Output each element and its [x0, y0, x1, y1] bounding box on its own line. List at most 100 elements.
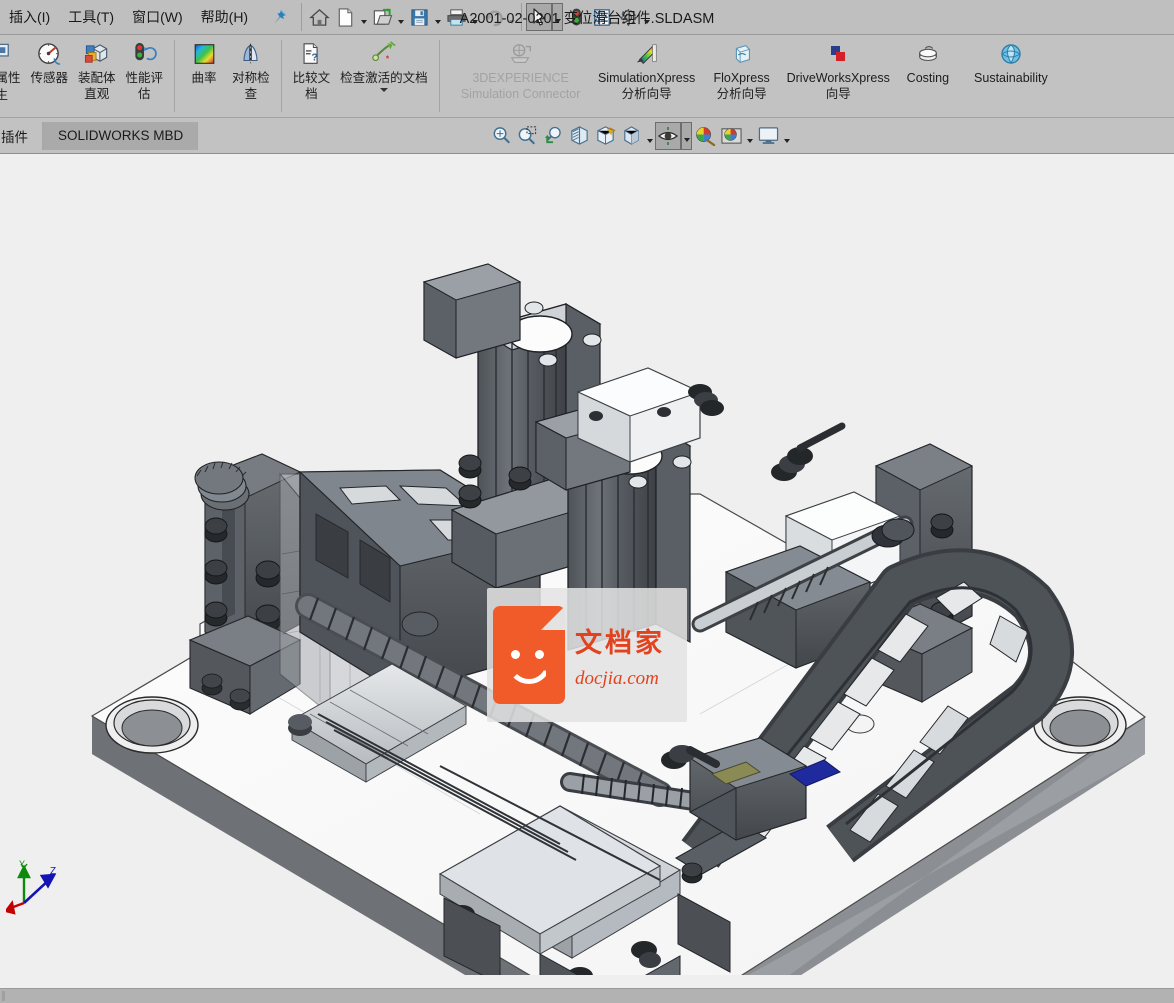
watermark-chinese-text: 文档家: [575, 627, 665, 659]
ribbon-floxpress-label: FloXpress 分析向导: [713, 71, 770, 101]
view-orientation-icon[interactable]: [592, 122, 618, 150]
ribbon-surface-properties[interactable]: 面属性 生: [0, 35, 26, 103]
ribbon-group-evaluate-3: ? 比较文 档 * 检查激活的文档: [288, 35, 433, 117]
ribbon-costing[interactable]: Costing: [895, 35, 961, 86]
ribbon-driveworksxpress[interactable]: DriveWorksXpress 向导: [782, 35, 895, 102]
home-icon[interactable]: [306, 3, 332, 31]
menu-item-help[interactable]: 帮助(H): [192, 2, 257, 32]
triad-label-y: Y: [19, 859, 25, 869]
ribbon-costing-label: Costing: [906, 71, 950, 85]
svg-text:?: ?: [311, 53, 317, 64]
command-tab-bar: 插件 SOLIDWORKS MBD: [0, 118, 1174, 154]
rebuild-traffic-light-icon[interactable]: [563, 3, 589, 31]
ribbon-group-evaluate-2: 曲率 对称检 查: [181, 35, 275, 117]
ribbon-check-active-document[interactable]: * 检查激活的文档: [335, 35, 433, 92]
ribbon-3dexperience-label: 3DEXPERIENCE Simulation Connector: [460, 71, 581, 101]
ribbon-driveworksxpress-label: DriveWorksXpress 向导: [786, 71, 890, 101]
menu-item-insert[interactable]: 插入(I): [0, 2, 59, 32]
ribbon-separator-3: [438, 40, 440, 112]
graphics-viewport[interactable]: Z Y 文档家 docjia.com: [0, 154, 1174, 975]
new-document-icon[interactable]: [332, 3, 358, 31]
curvature-icon: [191, 39, 218, 69]
viewport-dropdown[interactable]: [781, 122, 792, 150]
watermark-overlay: 文档家 docjia.com: [487, 588, 687, 722]
previous-view-icon[interactable]: [540, 122, 566, 150]
ribbon-curvature[interactable]: 曲率: [181, 35, 227, 86]
new-document-dropdown[interactable]: [358, 3, 369, 31]
gear-options-dropdown[interactable]: [641, 3, 652, 31]
triad-axis-z: [23, 873, 57, 904]
ribbon-simulationxpress[interactable]: SimulationXpress 分析向导: [592, 35, 702, 102]
gear-options-icon[interactable]: [615, 3, 641, 31]
chevron-down-icon[interactable]: [379, 88, 388, 92]
coordinate-triad: Z Y: [3, 859, 62, 915]
ribbon-assembly-visualization-label: 装配体 直观: [78, 71, 116, 101]
menu-item-window[interactable]: 窗口(W): [123, 2, 192, 32]
smiley-document-icon: [493, 606, 565, 704]
ribbon-performance-evaluation[interactable]: 性能评 估: [121, 35, 169, 102]
ribbon-separator-1: [174, 40, 176, 112]
hide-show-dropdown[interactable]: [681, 121, 693, 150]
triad-label-z: Z: [50, 866, 56, 877]
costing-icon: [914, 39, 942, 69]
ribbon-assembly-visualization[interactable]: 装配体 直观: [73, 35, 121, 102]
pushpin-icon[interactable]: [267, 5, 291, 29]
print-dropdown[interactable]: [469, 3, 480, 31]
ribbon-sustainability[interactable]: Sustainability: [961, 35, 1061, 86]
ribbon-sensor[interactable]: 传感器: [26, 35, 74, 86]
menu-item-tools[interactable]: 工具(T): [59, 2, 123, 32]
ribbon-curvature-label: 曲率: [191, 71, 217, 85]
svg-text:*: *: [386, 53, 390, 63]
viewport-icon[interactable]: [755, 122, 781, 150]
tab-solidworks-mbd[interactable]: SOLIDWORKS MBD: [43, 121, 199, 150]
driveworksxpress-icon: [825, 39, 851, 69]
assembly-visualization-icon: [83, 39, 111, 69]
ribbon-compare-documents[interactable]: ? 比较文 档: [288, 35, 336, 102]
assembly-3d-model[interactable]: [0, 154, 1174, 975]
performance-evaluation-icon: [130, 39, 158, 69]
tab-addins[interactable]: 插件: [0, 121, 43, 150]
symmetry-check-icon: [237, 39, 264, 69]
ribbon-sustainability-label: Sustainability: [974, 71, 1048, 85]
apply-scene-icon[interactable]: [718, 122, 744, 150]
apply-scene-dropdown[interactable]: [744, 122, 755, 150]
surface-properties-icon: [0, 39, 14, 69]
save-icon[interactable]: [406, 3, 432, 31]
ribbon-3dexperience-simulation-connector[interactable]: 3DEXPERIENCE Simulation Connector: [450, 35, 592, 102]
ribbon-symmetry-check-label: 对称检 查: [232, 71, 270, 101]
ribbon-surface-properties-label: 面属性: [0, 71, 21, 85]
ribbon-group-simulation: 3DEXPERIENCE Simulation Connector Simula: [450, 35, 1061, 117]
ribbon-simulationxpress-label: SimulationXpress 分析向导: [597, 71, 696, 101]
section-view-icon[interactable]: [566, 122, 592, 150]
ribbon-bar: 面属性 生 传感器: [0, 35, 1174, 118]
view-toolbar: [488, 121, 792, 150]
ribbon-symmetry-check[interactable]: 对称检 查: [227, 35, 275, 102]
menu-bar: 插入(I) 工具(T) 窗口(W) 帮助(H): [0, 0, 1174, 35]
select-dropdown[interactable]: [552, 3, 564, 31]
ribbon-check-active-document-label: 检查激活的文档: [340, 71, 428, 85]
open-document-dropdown[interactable]: [395, 3, 406, 31]
ribbon-compare-documents-label: 比较文 档: [292, 71, 331, 101]
select-cursor-icon[interactable]: [526, 3, 553, 31]
display-style-dropdown[interactable]: [644, 122, 655, 150]
ribbon-floxpress[interactable]: FloXpress 分析向导: [702, 35, 782, 102]
floxpress-icon: [728, 39, 756, 69]
toolbar-separator-2: [521, 3, 523, 31]
zoom-to-fit-icon[interactable]: [488, 122, 514, 150]
hide-show-items-icon[interactable]: [655, 121, 682, 150]
display-style-icon[interactable]: [618, 122, 644, 150]
sensor-gauge-icon: [36, 39, 63, 69]
save-dropdown[interactable]: [432, 3, 443, 31]
ribbon-performance-evaluation-label: 性能评 估: [125, 71, 164, 101]
options-list-icon[interactable]: [589, 3, 615, 31]
simulationxpress-icon: [633, 39, 661, 69]
toolbar-separator: [301, 3, 303, 31]
open-document-icon[interactable]: [369, 3, 395, 31]
undo-icon[interactable]: [480, 3, 506, 31]
undo-dropdown[interactable]: [506, 3, 517, 31]
ribbon-group-evaluate-1: 面属性 生 传感器: [0, 35, 168, 117]
watermark-url-text: docjia.com: [575, 667, 659, 689]
zoom-to-area-icon[interactable]: [514, 122, 540, 150]
edit-appearance-icon[interactable]: [692, 122, 718, 150]
print-icon[interactable]: [443, 3, 469, 31]
